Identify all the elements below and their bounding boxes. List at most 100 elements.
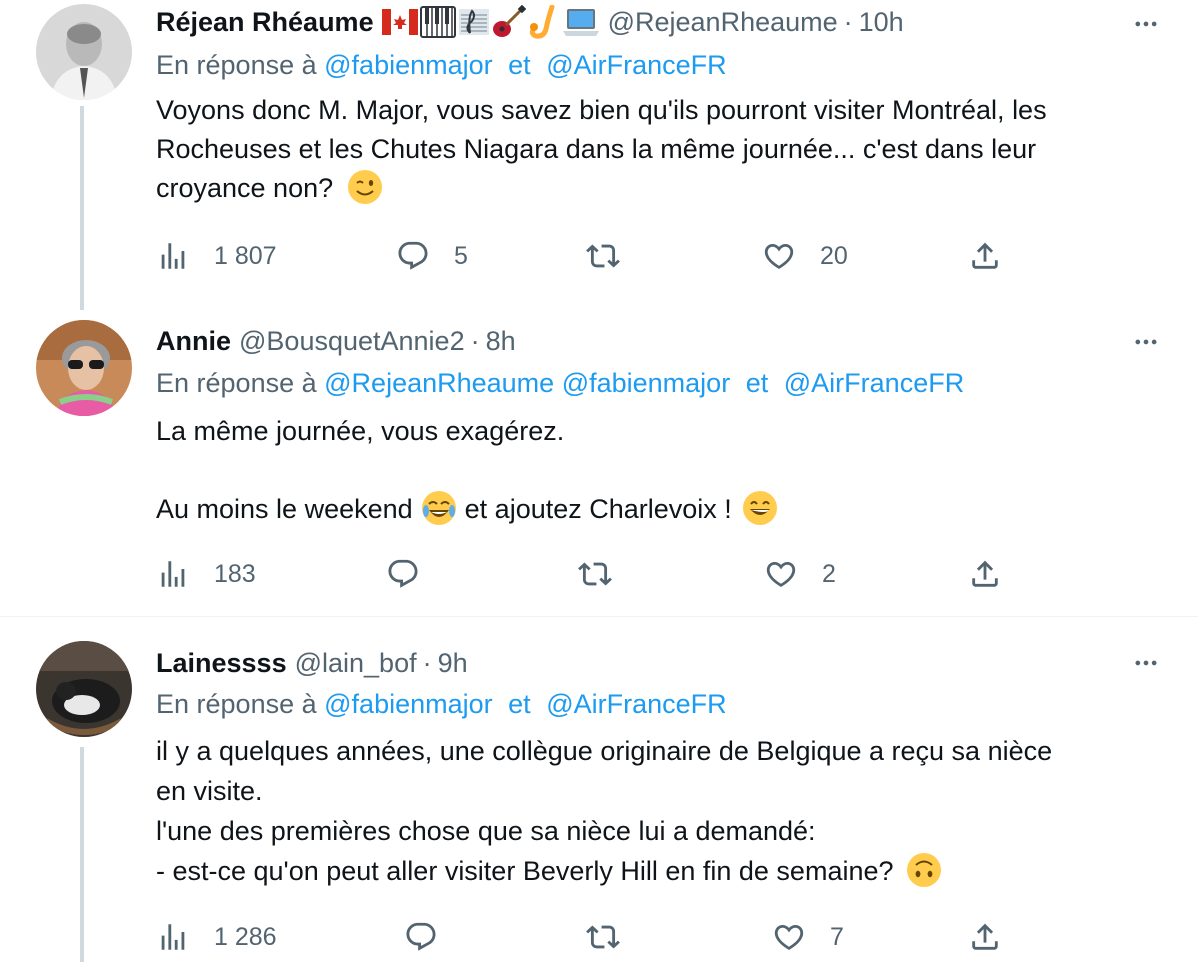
retweet-icon <box>586 239 620 273</box>
piano-keys-emoji <box>419 6 456 38</box>
reply-icon <box>404 920 438 954</box>
views-icon <box>156 557 190 591</box>
reply-context: En réponse à @fabienmajor et @AirFranceF… <box>156 50 727 81</box>
avatar[interactable] <box>36 641 132 737</box>
views-button[interactable]: 1 807 <box>156 236 277 276</box>
reply-connector: et <box>508 50 531 80</box>
text-line: et ajoutez Charlevoix ! <box>464 494 732 524</box>
mention-link[interactable]: @fabienmajor <box>324 689 493 719</box>
share-button[interactable] <box>968 917 1002 957</box>
more-options-button[interactable] <box>1128 6 1164 42</box>
reply-button[interactable]: 5 <box>396 236 468 276</box>
canada-flag-emoji <box>381 9 418 35</box>
author-name[interactable]: Annie <box>156 326 231 357</box>
author-name[interactable]: Lainessss <box>156 648 287 679</box>
more-options-button[interactable] <box>1128 324 1164 360</box>
mention-link[interactable]: @AirFranceFR <box>546 50 726 80</box>
like-icon <box>772 920 806 954</box>
timestamp[interactable]: 10h <box>859 7 904 38</box>
reply-button[interactable] <box>404 917 438 957</box>
share-button[interactable] <box>968 554 1002 594</box>
guitar-emoji <box>492 5 526 37</box>
reply-connector: et <box>508 689 531 719</box>
mention-link[interactable]: @fabienmajor <box>562 368 731 398</box>
tweet-actions: 1 807 5 20 <box>156 236 1016 276</box>
retweet-icon <box>578 557 612 591</box>
views-count: 1 286 <box>214 922 277 951</box>
share-icon <box>968 557 1002 591</box>
retweet-button[interactable] <box>586 236 620 276</box>
like-button[interactable]: 2 <box>764 554 836 594</box>
text-line: en visite. <box>156 776 263 806</box>
tweet-actions: 1 286 7 <box>156 917 1016 957</box>
reply-prefix: En réponse à <box>156 368 317 398</box>
share-icon <box>968 239 1002 273</box>
laptop-emoji <box>562 9 599 36</box>
mention-link[interactable]: @fabienmajor <box>324 50 493 80</box>
author-handle[interactable]: @BousquetAnnie2 <box>239 326 465 357</box>
reply-count: 5 <box>454 241 468 270</box>
retweet-icon <box>586 920 620 954</box>
text-line: Rocheuses et les Chutes Niagara dans la … <box>156 134 1037 164</box>
text-line: Voyons donc M. Major, vous savez bien qu… <box>156 95 1047 125</box>
separator-dot: · <box>470 325 480 356</box>
name-emoji-badges <box>381 5 600 39</box>
like-count: 7 <box>830 922 844 951</box>
tweet-header: Lainessss @lain_bof · 9h <box>156 645 468 681</box>
tweet[interactable]: Lainessss @lain_bof · 9h En réponse à @f… <box>0 617 1198 962</box>
retweet-button[interactable] <box>586 917 620 957</box>
tweet-header: Réjean Rhéaume @RejeanRheaume · 10h <box>156 4 904 40</box>
mention-link[interactable]: @AirFranceFR <box>784 368 964 398</box>
text-line: - est-ce qu'on peut aller visiter Beverl… <box>156 856 894 886</box>
avatar[interactable] <box>36 4 132 100</box>
grinning-face-emoji <box>742 490 778 526</box>
like-button[interactable]: 7 <box>772 917 844 957</box>
mention-link[interactable]: @RejeanRheaume <box>324 368 554 398</box>
retweet-button[interactable] <box>578 554 612 594</box>
like-count: 20 <box>820 241 848 270</box>
separator-dot: · <box>422 647 432 678</box>
views-button[interactable]: 1 286 <box>156 917 277 957</box>
timestamp[interactable]: 9h <box>438 648 468 679</box>
reply-button[interactable] <box>386 554 420 594</box>
views-icon <box>156 239 190 273</box>
text-line-blank <box>156 451 1166 490</box>
views-button[interactable]: 183 <box>156 554 256 594</box>
like-icon <box>762 239 796 273</box>
separator-dot: · <box>843 6 853 37</box>
like-count: 2 <box>822 559 836 588</box>
views-count: 1 807 <box>214 241 277 270</box>
like-button[interactable]: 20 <box>762 236 848 276</box>
author-name[interactable]: Réjean Rhéaume <box>156 7 374 38</box>
reply-icon <box>396 239 430 273</box>
reply-prefix: En réponse à <box>156 689 317 719</box>
reply-context: En réponse à @fabienmajor et @AirFranceF… <box>156 689 727 720</box>
tweet-actions: 183 2 <box>156 554 1016 594</box>
tears-of-joy-emoji <box>421 490 457 526</box>
text-line: La même journée, vous exagérez. <box>156 416 565 446</box>
more-options-button[interactable] <box>1128 645 1164 681</box>
author-handle[interactable]: @RejeanRheaume <box>608 7 838 38</box>
tweet[interactable]: Annie @BousquetAnnie2 · 8h En réponse à … <box>0 304 1198 614</box>
thread-line <box>80 747 84 962</box>
text-line: Au moins le weekend <box>156 494 413 524</box>
sheet-music-emoji <box>458 9 489 35</box>
reply-icon <box>386 557 420 591</box>
like-icon <box>764 557 798 591</box>
saxophone-emoji <box>529 5 555 39</box>
tweet-text: il y a quelques années, une collègue ori… <box>156 731 1166 891</box>
mention-link[interactable]: @AirFranceFR <box>546 689 726 719</box>
share-button[interactable] <box>968 236 1002 276</box>
reply-connector: et <box>745 368 769 398</box>
more-icon <box>1132 649 1160 677</box>
views-count: 183 <box>214 559 256 588</box>
more-icon <box>1132 328 1160 356</box>
upside-down-face-emoji <box>906 852 942 888</box>
author-handle[interactable]: @lain_bof <box>295 648 417 679</box>
tweet[interactable]: Réjean Rhéaume @RejeanRheaume · 10h En r… <box>0 0 1198 310</box>
reply-context: En réponse à @RejeanRheaume @fabienmajor… <box>156 368 964 399</box>
timestamp[interactable]: 8h <box>486 326 516 357</box>
thread-line <box>80 106 84 310</box>
text-line: l'une des premières chose que sa nièce l… <box>156 816 816 846</box>
avatar[interactable] <box>36 320 132 416</box>
